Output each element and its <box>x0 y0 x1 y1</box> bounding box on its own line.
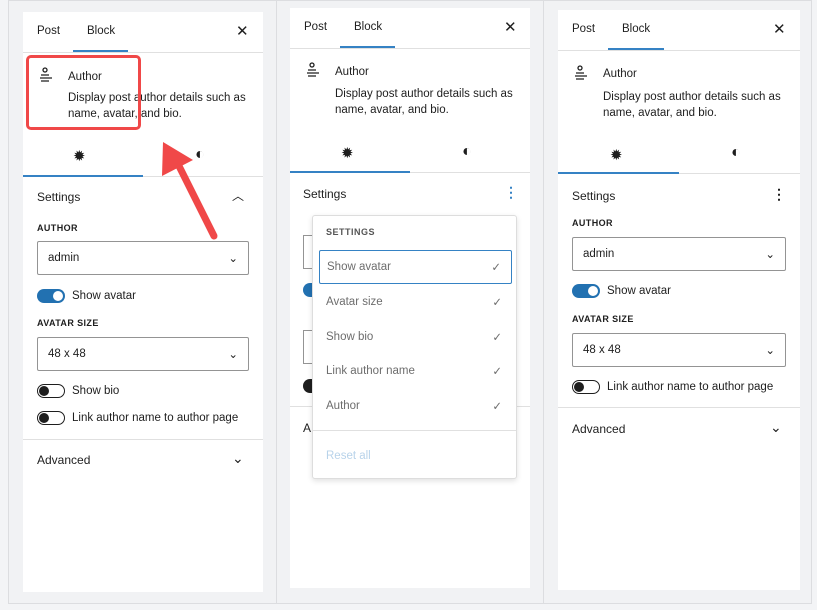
arrow-annotation-icon <box>162 142 218 240</box>
